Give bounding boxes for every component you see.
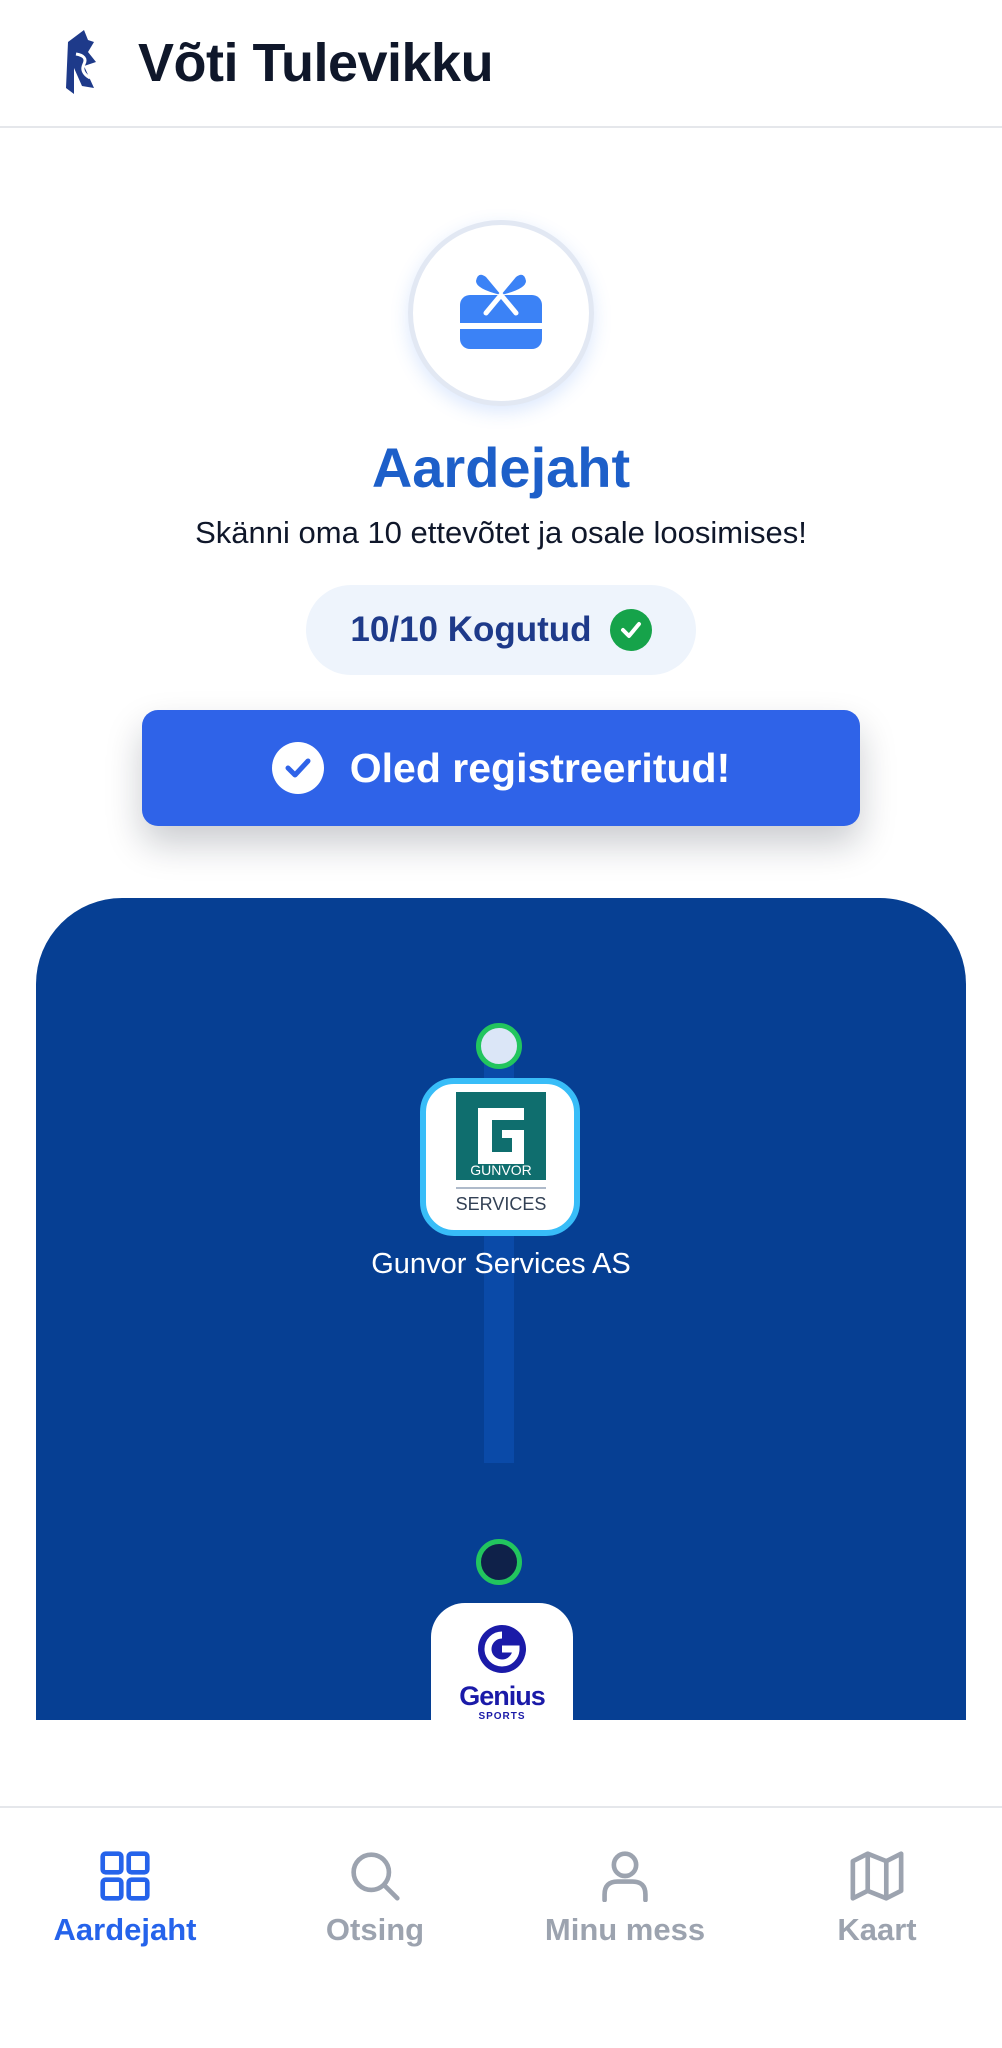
app-header: Võti Tulevikku bbox=[0, 0, 1002, 128]
company-logo-gunvor[interactable]: GUNVOR SERVICES bbox=[420, 1078, 580, 1236]
app-screen: Võti Tulevikku Aardejaht Skänni oma 10 e… bbox=[0, 0, 1002, 2048]
progress-badge: 10/10 Kogutud bbox=[306, 585, 696, 675]
gunvor-logo-bottom: SERVICES bbox=[456, 1194, 547, 1214]
hero-title: Aardejaht bbox=[371, 436, 631, 499]
registered-button-label: Oled registreeritud! bbox=[349, 744, 731, 791]
nav-label: Minu mess bbox=[544, 1912, 706, 1947]
genius-logo-word: Genius bbox=[459, 1681, 546, 1711]
map-icon bbox=[850, 1851, 904, 1901]
nav-label: Aardejaht bbox=[53, 1912, 197, 1947]
nav-tab-kaart[interactable]: Kaart bbox=[752, 1808, 1002, 1948]
app-title: Võti Tulevikku bbox=[138, 33, 494, 93]
company-logo-genius[interactable]: Genius SPORTS bbox=[431, 1603, 573, 1720]
check-circle-icon bbox=[271, 742, 324, 794]
gunvor-logo-top: GUNVOR bbox=[470, 1162, 531, 1178]
voti-logo-icon bbox=[66, 30, 96, 94]
genius-logo-icon bbox=[478, 1625, 526, 1673]
nav-tab-minu-mess[interactable]: Minu mess bbox=[500, 1808, 750, 1948]
progress-label: 10/10 Kogutud bbox=[350, 610, 592, 649]
gift-card-icon bbox=[460, 274, 542, 349]
hero-icon-circle bbox=[408, 220, 594, 406]
registered-button[interactable]: Oled registreeritud! bbox=[142, 710, 860, 826]
search-icon bbox=[351, 1852, 400, 1901]
company-name: Gunvor Services AS bbox=[371, 1248, 631, 1280]
genius-logo-sub: SPORTS bbox=[478, 1711, 526, 1720]
nav-label: Otsing bbox=[325, 1912, 425, 1947]
trail-node-current bbox=[476, 1539, 522, 1585]
grid-icon bbox=[100, 1851, 150, 1901]
nav-tab-otsing[interactable]: Otsing bbox=[250, 1808, 500, 1948]
user-icon bbox=[602, 1851, 648, 1902]
check-icon bbox=[609, 609, 652, 651]
nav-label: Kaart bbox=[837, 1912, 917, 1947]
bottom-navigation: Aardejaht Otsing Minu mess Kaart bbox=[0, 1806, 1002, 2048]
gunvor-logo: GUNVOR SERVICES bbox=[456, 1092, 547, 1214]
nav-tab-aardejaht[interactable]: Aardejaht bbox=[0, 1808, 250, 1948]
trail-node-scanned bbox=[476, 1023, 522, 1069]
hero-subtitle: Skänni oma 10 ettevõtet ja osale loosimi… bbox=[195, 515, 807, 550]
treasure-trail-panel[interactable]: GUNVOR SERVICES Gunvor Services AS Geniu… bbox=[36, 898, 966, 1720]
